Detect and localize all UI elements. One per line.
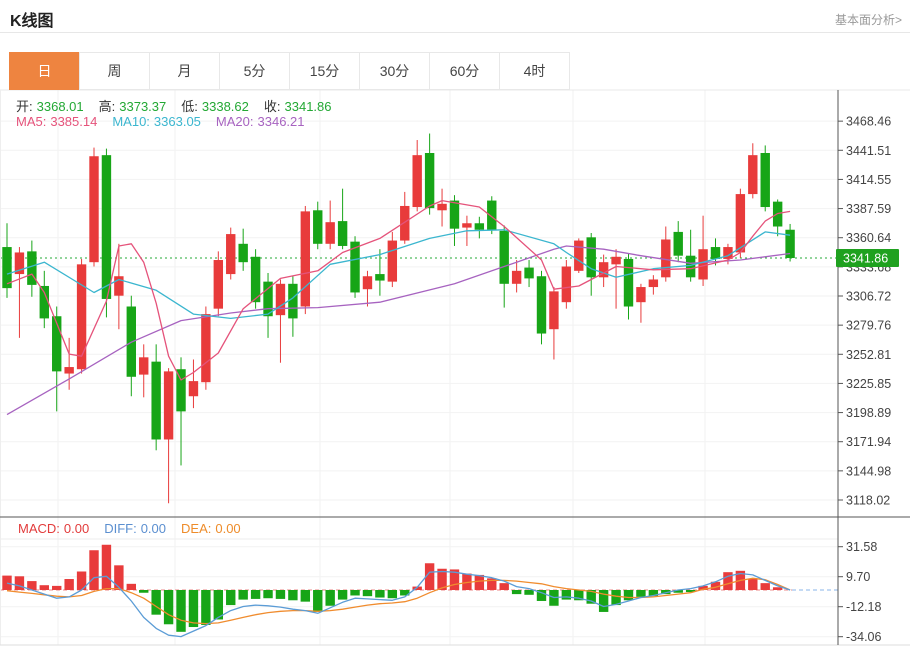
svg-text:3171.94: 3171.94: [846, 435, 891, 449]
svg-text:3118.02: 3118.02: [846, 494, 890, 508]
svg-text:3341.86: 3341.86: [843, 252, 888, 266]
svg-text:-34.06: -34.06: [846, 630, 881, 644]
svg-text:3441.51: 3441.51: [846, 144, 891, 158]
tab-5分[interactable]: 5分: [219, 52, 290, 90]
svg-text:3279.76: 3279.76: [846, 319, 891, 333]
tab-4时[interactable]: 4时: [499, 52, 570, 90]
svg-text:3252.81: 3252.81: [846, 348, 891, 362]
dea-line: [7, 578, 790, 623]
svg-text:3225.85: 3225.85: [846, 377, 891, 391]
macd-axis: 31.58 9.70 -12.18 -34.06: [838, 540, 881, 644]
svg-text:3414.55: 3414.55: [846, 173, 891, 187]
svg-text:3306.72: 3306.72: [846, 290, 891, 304]
svg-text:3144.98: 3144.98: [846, 464, 891, 478]
tab-月[interactable]: 月: [149, 52, 220, 90]
svg-text:3387.59: 3387.59: [846, 202, 891, 216]
tab-30分[interactable]: 30分: [359, 52, 430, 90]
panel-borders: [0, 90, 910, 645]
svg-text:9.70: 9.70: [846, 570, 870, 584]
tab-60分[interactable]: 60分: [429, 52, 500, 90]
ma5-line: [7, 201, 790, 380]
kline-chart[interactable]: 3468.463441.513414.553387.593360.643333.…: [0, 0, 910, 647]
ma20-line: [7, 246, 790, 415]
svg-text:3360.64: 3360.64: [846, 231, 891, 245]
price-axis: 3468.463441.513414.553387.593360.643333.…: [838, 115, 891, 508]
diff-line: [7, 572, 790, 637]
period-tabbar: 日周月5分15分30分60分4时: [10, 52, 570, 90]
tab-周[interactable]: 周: [79, 52, 150, 90]
current-price-badge: 3341.86: [836, 249, 899, 267]
svg-text:3468.46: 3468.46: [846, 115, 891, 129]
svg-text:3198.89: 3198.89: [846, 406, 891, 420]
tab-日[interactable]: 日: [9, 52, 80, 90]
svg-text:31.58: 31.58: [846, 540, 877, 554]
candlestick-series[interactable]: [2, 134, 794, 504]
svg-text:-12.18: -12.18: [846, 600, 881, 614]
ma10-line: [7, 230, 790, 319]
tab-15分[interactable]: 15分: [289, 52, 360, 90]
